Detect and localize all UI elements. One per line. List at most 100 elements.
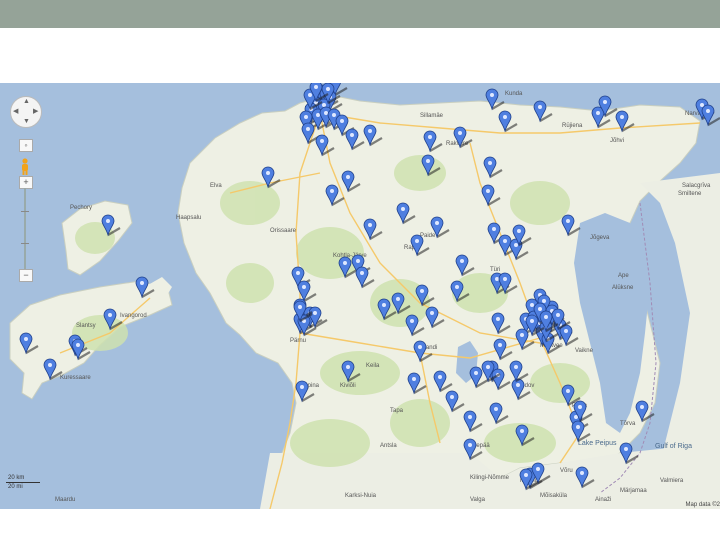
pegman-icon[interactable] bbox=[19, 158, 31, 176]
location-marker-icon[interactable] bbox=[511, 378, 531, 401]
location-marker-icon[interactable] bbox=[341, 170, 361, 193]
location-marker-icon[interactable] bbox=[421, 154, 441, 177]
location-marker-icon[interactable] bbox=[571, 420, 591, 443]
location-marker-icon[interactable] bbox=[261, 166, 281, 189]
location-marker-icon[interactable] bbox=[309, 83, 329, 103]
place-label: Sillamäe bbox=[420, 113, 444, 119]
location-marker-icon[interactable] bbox=[363, 124, 383, 147]
location-marker-icon[interactable] bbox=[498, 110, 518, 133]
location-marker-icon[interactable] bbox=[430, 216, 450, 239]
location-marker-icon[interactable] bbox=[415, 284, 435, 307]
zoom-tick bbox=[21, 243, 29, 244]
scale-line bbox=[6, 482, 40, 483]
place-label: Tapa bbox=[390, 408, 404, 414]
place-label: Ainaži bbox=[595, 497, 612, 503]
place-label: Tõrva bbox=[620, 421, 636, 427]
location-marker-icon[interactable] bbox=[391, 292, 411, 315]
location-marker-icon[interactable] bbox=[533, 100, 553, 123]
location-marker-icon[interactable] bbox=[325, 184, 345, 207]
location-marker-icon[interactable] bbox=[377, 298, 397, 321]
location-marker-icon[interactable] bbox=[338, 256, 358, 279]
pan-down-icon[interactable]: ▼ bbox=[23, 118, 30, 125]
location-marker-icon[interactable] bbox=[509, 360, 529, 383]
location-marker-icon[interactable] bbox=[315, 134, 335, 157]
map-attribution[interactable]: Map data ©2 bbox=[686, 502, 720, 508]
zoom-out-button[interactable]: − bbox=[19, 269, 33, 282]
location-marker-icon[interactable] bbox=[413, 340, 433, 363]
location-marker-icon[interactable] bbox=[481, 360, 501, 383]
location-marker-icon[interactable] bbox=[433, 370, 453, 393]
location-marker-icon[interactable] bbox=[598, 95, 618, 118]
place-label: Haapsalu bbox=[176, 215, 202, 221]
location-marker-icon[interactable] bbox=[531, 462, 551, 485]
location-marker-icon[interactable] bbox=[573, 400, 593, 423]
location-marker-icon[interactable] bbox=[635, 400, 655, 423]
location-marker-icon[interactable] bbox=[483, 156, 503, 179]
location-marker-icon[interactable] bbox=[512, 224, 532, 247]
location-marker-icon[interactable] bbox=[455, 254, 475, 277]
zoom-slider-track[interactable] bbox=[24, 188, 26, 270]
zoom-in-button[interactable]: + bbox=[19, 176, 33, 189]
location-marker-icon[interactable] bbox=[425, 306, 445, 329]
location-marker-icon[interactable] bbox=[405, 314, 425, 337]
location-marker-icon[interactable] bbox=[355, 266, 375, 289]
pan-left-icon[interactable]: ◀ bbox=[13, 108, 18, 115]
place-label: Valga bbox=[470, 497, 485, 503]
location-marker-icon[interactable] bbox=[101, 214, 121, 237]
location-marker-icon[interactable] bbox=[493, 338, 513, 361]
location-marker-icon[interactable] bbox=[463, 438, 483, 461]
location-marker-icon[interactable] bbox=[308, 306, 328, 329]
location-marker-icon[interactable] bbox=[619, 442, 639, 465]
location-marker-icon[interactable] bbox=[321, 83, 341, 105]
location-marker-icon[interactable] bbox=[485, 88, 505, 111]
pan-right-icon[interactable]: ▶ bbox=[33, 108, 38, 115]
location-marker-icon[interactable] bbox=[103, 308, 123, 331]
scale-bar: 20 km 20 mi bbox=[6, 475, 40, 491]
location-marker-icon[interactable] bbox=[539, 310, 559, 333]
location-marker-icon[interactable] bbox=[498, 272, 518, 295]
location-marker-icon[interactable] bbox=[295, 380, 315, 403]
map-view[interactable]: TallinnKundaHaapsaluPaideNarvaTartuPärnu… bbox=[0, 83, 720, 509]
place-label: Kuressaare bbox=[60, 375, 91, 381]
pan-control[interactable]: ▲ ▼ ◀ ▶ bbox=[10, 96, 42, 128]
zoom-tick bbox=[21, 211, 29, 212]
location-marker-icon[interactable] bbox=[297, 280, 317, 303]
location-marker-icon[interactable] bbox=[575, 466, 595, 489]
location-marker-icon[interactable] bbox=[450, 280, 470, 303]
location-marker-icon[interactable] bbox=[423, 130, 443, 153]
location-marker-icon[interactable] bbox=[301, 122, 321, 145]
location-marker-icon[interactable] bbox=[561, 384, 581, 407]
place-label: Märjamaa bbox=[620, 488, 647, 494]
location-marker-icon[interactable] bbox=[519, 468, 539, 491]
location-marker-icon[interactable] bbox=[453, 126, 473, 149]
location-marker-icon[interactable] bbox=[396, 202, 416, 225]
place-label: Elva bbox=[210, 183, 222, 189]
location-marker-icon[interactable] bbox=[469, 366, 489, 389]
location-marker-icon[interactable] bbox=[71, 338, 91, 361]
location-marker-icon[interactable] bbox=[515, 424, 535, 447]
place-label: Slantsy bbox=[76, 323, 96, 329]
place-label: Ivangorod bbox=[120, 313, 147, 319]
place-label: Gulf of Riga bbox=[655, 443, 692, 450]
location-marker-icon[interactable] bbox=[135, 276, 155, 299]
location-marker-icon[interactable] bbox=[19, 332, 39, 355]
location-marker-icon[interactable] bbox=[293, 300, 313, 323]
location-marker-icon[interactable] bbox=[481, 184, 501, 207]
location-marker-icon[interactable] bbox=[525, 314, 545, 337]
place-label: Kilingi-Nõmme bbox=[470, 475, 510, 481]
location-marker-icon[interactable] bbox=[341, 360, 361, 383]
location-marker-icon[interactable] bbox=[407, 372, 427, 395]
location-marker-icon[interactable] bbox=[489, 402, 509, 425]
location-marker-icon[interactable] bbox=[363, 218, 383, 241]
location-marker-icon[interactable] bbox=[491, 312, 511, 335]
pan-up-icon[interactable]: ▲ bbox=[23, 98, 30, 105]
location-marker-icon[interactable] bbox=[445, 390, 465, 413]
location-marker-icon[interactable] bbox=[43, 358, 63, 381]
location-marker-icon[interactable] bbox=[561, 214, 581, 237]
location-marker-icon[interactable] bbox=[463, 410, 483, 433]
location-marker-icon[interactable] bbox=[410, 234, 430, 257]
location-marker-icon[interactable] bbox=[615, 110, 635, 133]
location-marker-icon[interactable] bbox=[701, 104, 720, 127]
compass-icon[interactable]: ◦ bbox=[19, 139, 33, 152]
location-marker-icon[interactable] bbox=[345, 128, 365, 151]
